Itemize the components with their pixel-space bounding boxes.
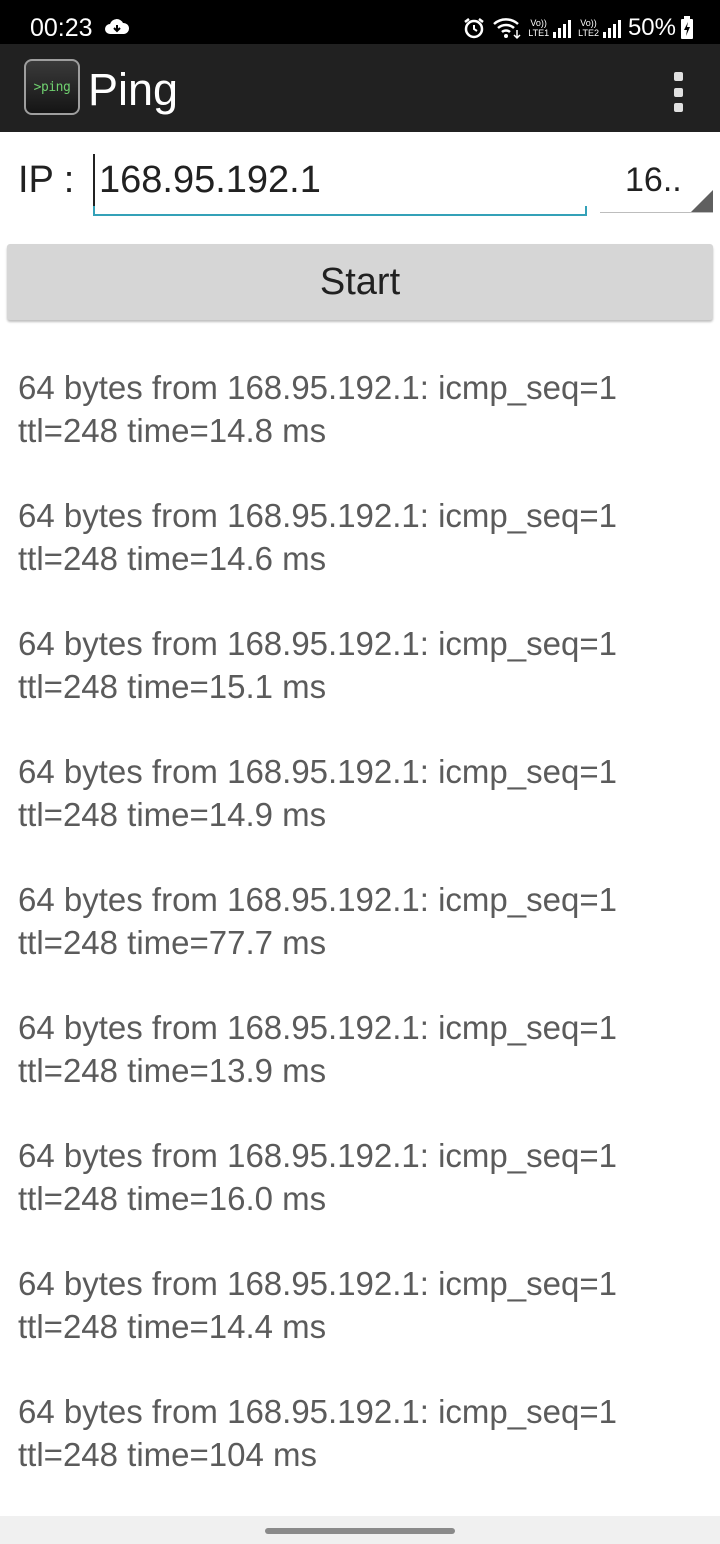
home-gesture-handle[interactable] [265,1528,455,1534]
signal-icon [553,20,572,38]
menu-dot [673,103,683,112]
list-item: 64 bytes from 168.95.192.1: icmp_seq=1 t… [18,622,708,750]
menu-dot [673,72,683,81]
menu-dot [673,87,683,97]
battery-percentage: 50% [627,14,676,41]
spinner-value: 16.. [625,161,682,199]
list-item: 64 bytes from 168.95.192.1: icmp_seq=1 t… [18,1006,708,1134]
ip-label: IP : [18,159,75,201]
result-line: 64 bytes from 168.95.192.1: icmp_seq=1 [18,1265,617,1302]
result-line: 64 bytes from 168.95.192.1: icmp_seq=1 [18,625,617,662]
result-line: 64 bytes from 168.95.192.1: icmp_seq=1 [18,369,617,406]
overflow-menu-icon[interactable] [666,72,690,112]
list-item: 64 bytes from 168.95.192.1: icmp_seq=1 t… [18,878,708,1006]
signal-icon [602,20,621,38]
result-line: 64 bytes from 168.95.192.1: icmp_seq=1 [18,881,617,918]
navigation-bar [0,1516,720,1544]
ip-input-container [93,150,587,216]
result-line: ttl=248 time=14.8 ms [18,412,327,449]
result-line: ttl=248 time=13.9 ms [18,1052,327,1089]
result-line: ttl=248 time=14.9 ms [18,796,327,833]
app-bar: >ping Ping [0,44,720,132]
dropdown-arrow-icon [691,190,713,212]
sim2-signal: Vo)) LTE2 [578,18,622,38]
result-line: ttl=248 time=16.0 ms [18,1180,327,1217]
ip-input[interactable] [93,154,579,206]
sim2-lte-label: LTE2 [578,28,599,38]
list-item: 64 bytes from 168.95.192.1: icmp_seq=1 t… [18,1390,708,1518]
ping-results-list: 64 bytes from 168.95.192.1: icmp_seq=1 t… [18,366,708,1518]
list-item: 64 bytes from 168.95.192.1: icmp_seq=1 t… [18,1134,708,1262]
list-item: 64 bytes from 168.95.192.1: icmp_seq=1 t… [18,1262,708,1390]
result-line: ttl=248 time=77.7 ms [18,924,327,961]
status-icons: Vo)) LTE1 Vo)) LTE2 50% [462,10,694,46]
list-item: 64 bytes from 168.95.192.1: icmp_seq=1 t… [18,494,708,622]
result-line: 64 bytes from 168.95.192.1: icmp_seq=1 [18,1009,617,1046]
alarm-icon [462,16,486,40]
result-line: ttl=248 time=15.1 ms [18,668,327,705]
sim1-signal: Vo)) LTE1 [528,18,572,38]
cloud-icon [105,19,130,34]
result-line: 64 bytes from 168.95.192.1: icmp_seq=1 [18,753,617,790]
result-line: ttl=248 time=104 ms [18,1436,317,1473]
sim2-volte-label: Vo)) [580,18,597,28]
result-line: ttl=248 time=14.6 ms [18,540,327,577]
app-logo-text: >ping [33,79,71,95]
list-item: 64 bytes from 168.95.192.1: icmp_seq=1 t… [18,366,708,494]
battery-charging-icon [681,16,693,39]
status-time: 00:23 [30,14,93,42]
sim1-volte-label: Vo)) [530,18,547,28]
result-line: ttl=248 time=14.4 ms [18,1308,327,1345]
result-line: 64 bytes from 168.95.192.1: icmp_seq=1 [18,1137,617,1174]
count-spinner[interactable]: 16.. [600,150,713,213]
sim1-lte-label: LTE1 [528,28,550,38]
wifi-icon [492,16,522,40]
list-item: 64 bytes from 168.95.192.1: icmp_seq=1 t… [18,750,708,878]
result-line: 64 bytes from 168.95.192.1: icmp_seq=1 [18,497,617,534]
result-line: 64 bytes from 168.95.192.1: icmp_seq=1 [18,1393,617,1430]
app-logo-icon: >ping [24,59,80,115]
app-title: Ping [88,64,179,115]
start-button[interactable]: Start [7,244,713,320]
